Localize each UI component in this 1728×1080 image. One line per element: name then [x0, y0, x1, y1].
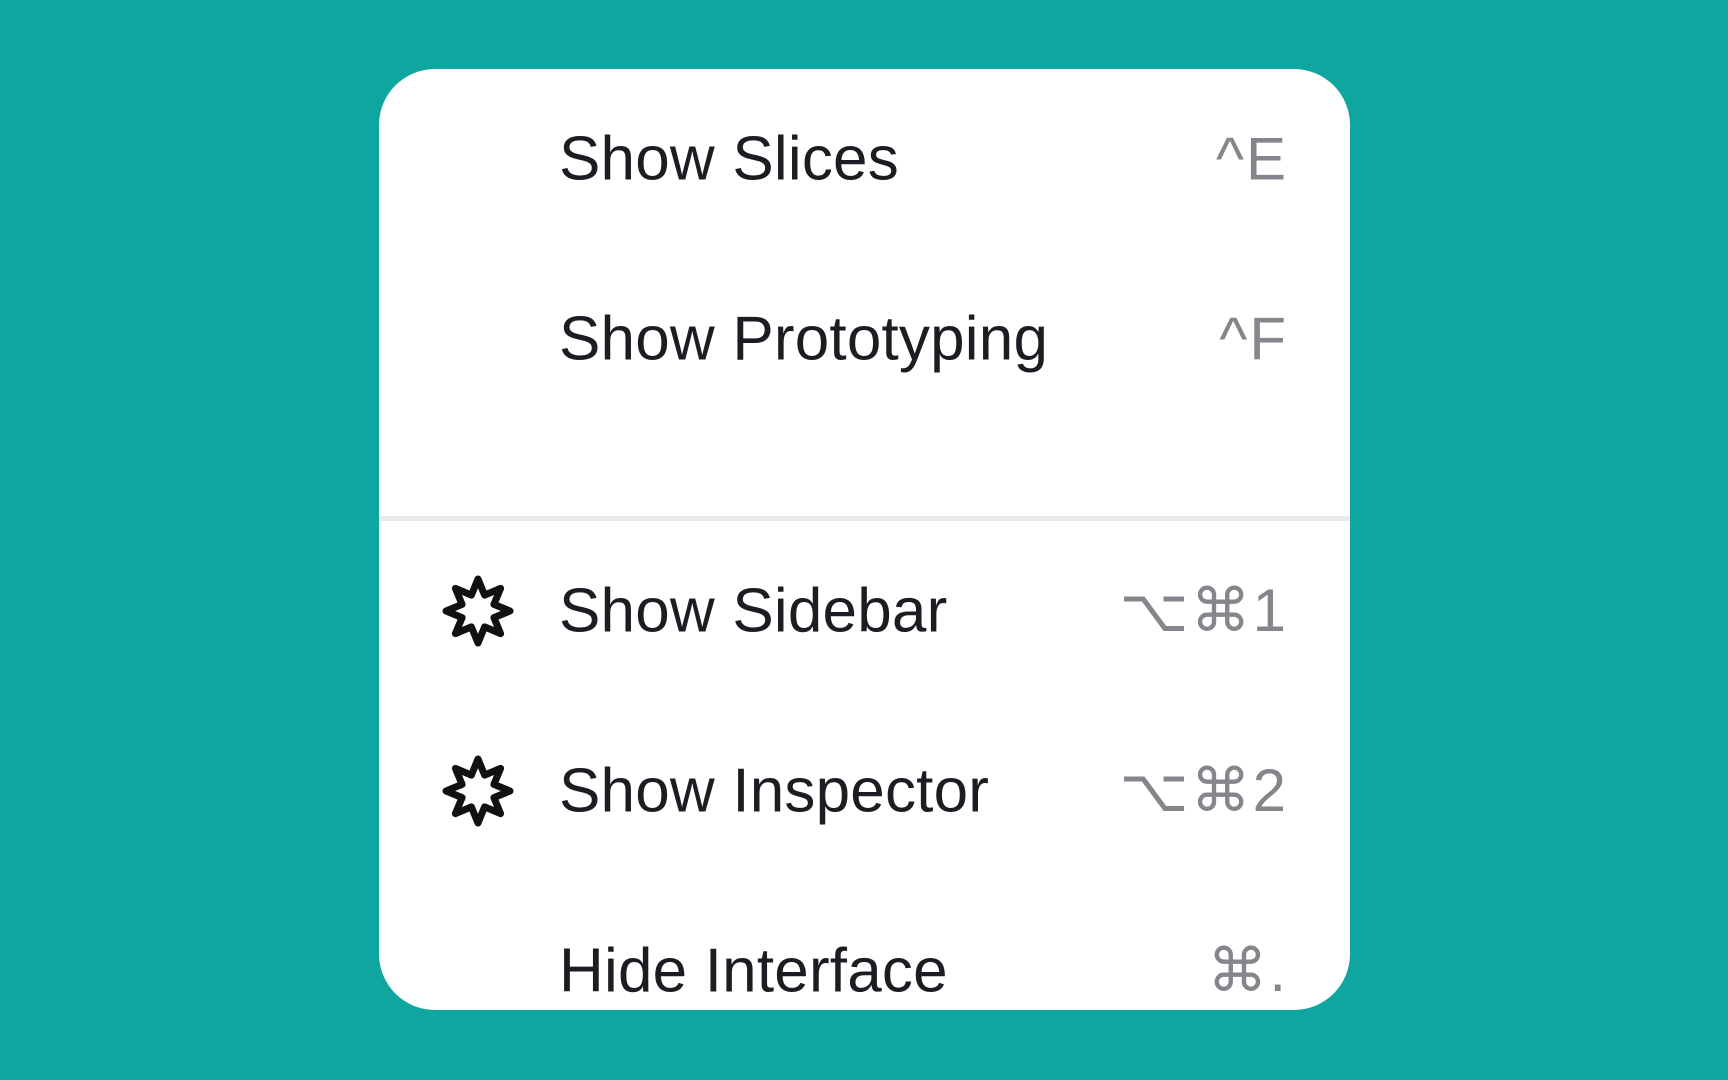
starburst-icon — [442, 575, 514, 647]
menu-item-shortcut: ⌥⌘1 — [1119, 577, 1288, 644]
menu-item-label: Hide Interface — [559, 936, 948, 1006]
menu-group-bottom: Show Sidebar ⌥⌘1 Show Inspector ⌥⌘2 Hide… — [379, 521, 1350, 1061]
menu-item-show-slices[interactable]: Show Slices ^E — [379, 69, 1350, 249]
menu-item-shortcut: ^E — [1215, 125, 1288, 193]
view-context-menu: Show Slices ^E Show Prototyping ^F Show … — [379, 69, 1350, 1010]
starburst-icon — [442, 755, 514, 827]
menu-item-hide-interface[interactable]: Hide Interface ⌘. — [379, 881, 1350, 1061]
menu-item-shortcut: ^F — [1219, 305, 1288, 373]
menu-item-label: Show Sidebar — [559, 576, 948, 646]
menu-item-show-prototyping[interactable]: Show Prototyping ^F — [379, 249, 1350, 429]
menu-item-show-sidebar[interactable]: Show Sidebar ⌥⌘1 — [379, 521, 1350, 701]
menu-item-show-inspector[interactable]: Show Inspector ⌥⌘2 — [379, 701, 1350, 881]
menu-item-label: Show Slices — [559, 124, 899, 194]
menu-item-shortcut: ⌥⌘2 — [1119, 757, 1288, 824]
menu-item-label: Show Inspector — [559, 756, 990, 826]
menu-item-shortcut: ⌘. — [1207, 937, 1288, 1004]
menu-group-top: Show Slices ^E Show Prototyping ^F — [379, 69, 1350, 429]
menu-item-label: Show Prototyping — [559, 304, 1049, 374]
